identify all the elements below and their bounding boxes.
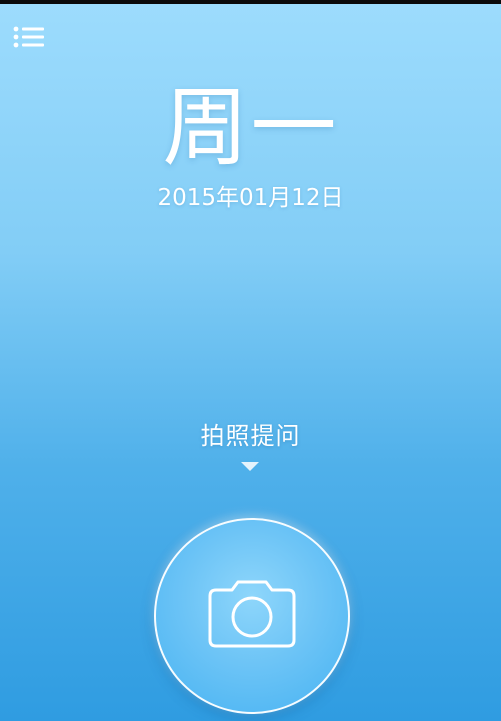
day-of-week: 周一 (162, 78, 339, 178)
camera-button[interactable] (154, 518, 350, 714)
status-bar (0, 0, 501, 4)
menu-button[interactable] (12, 24, 48, 52)
triangle-down-icon (241, 462, 259, 471)
photo-question-label: 拍照提问 (200, 422, 301, 450)
date-label: 2015年01月12日 (157, 185, 344, 211)
list-menu-icon (12, 24, 48, 52)
camera-icon (202, 574, 302, 654)
